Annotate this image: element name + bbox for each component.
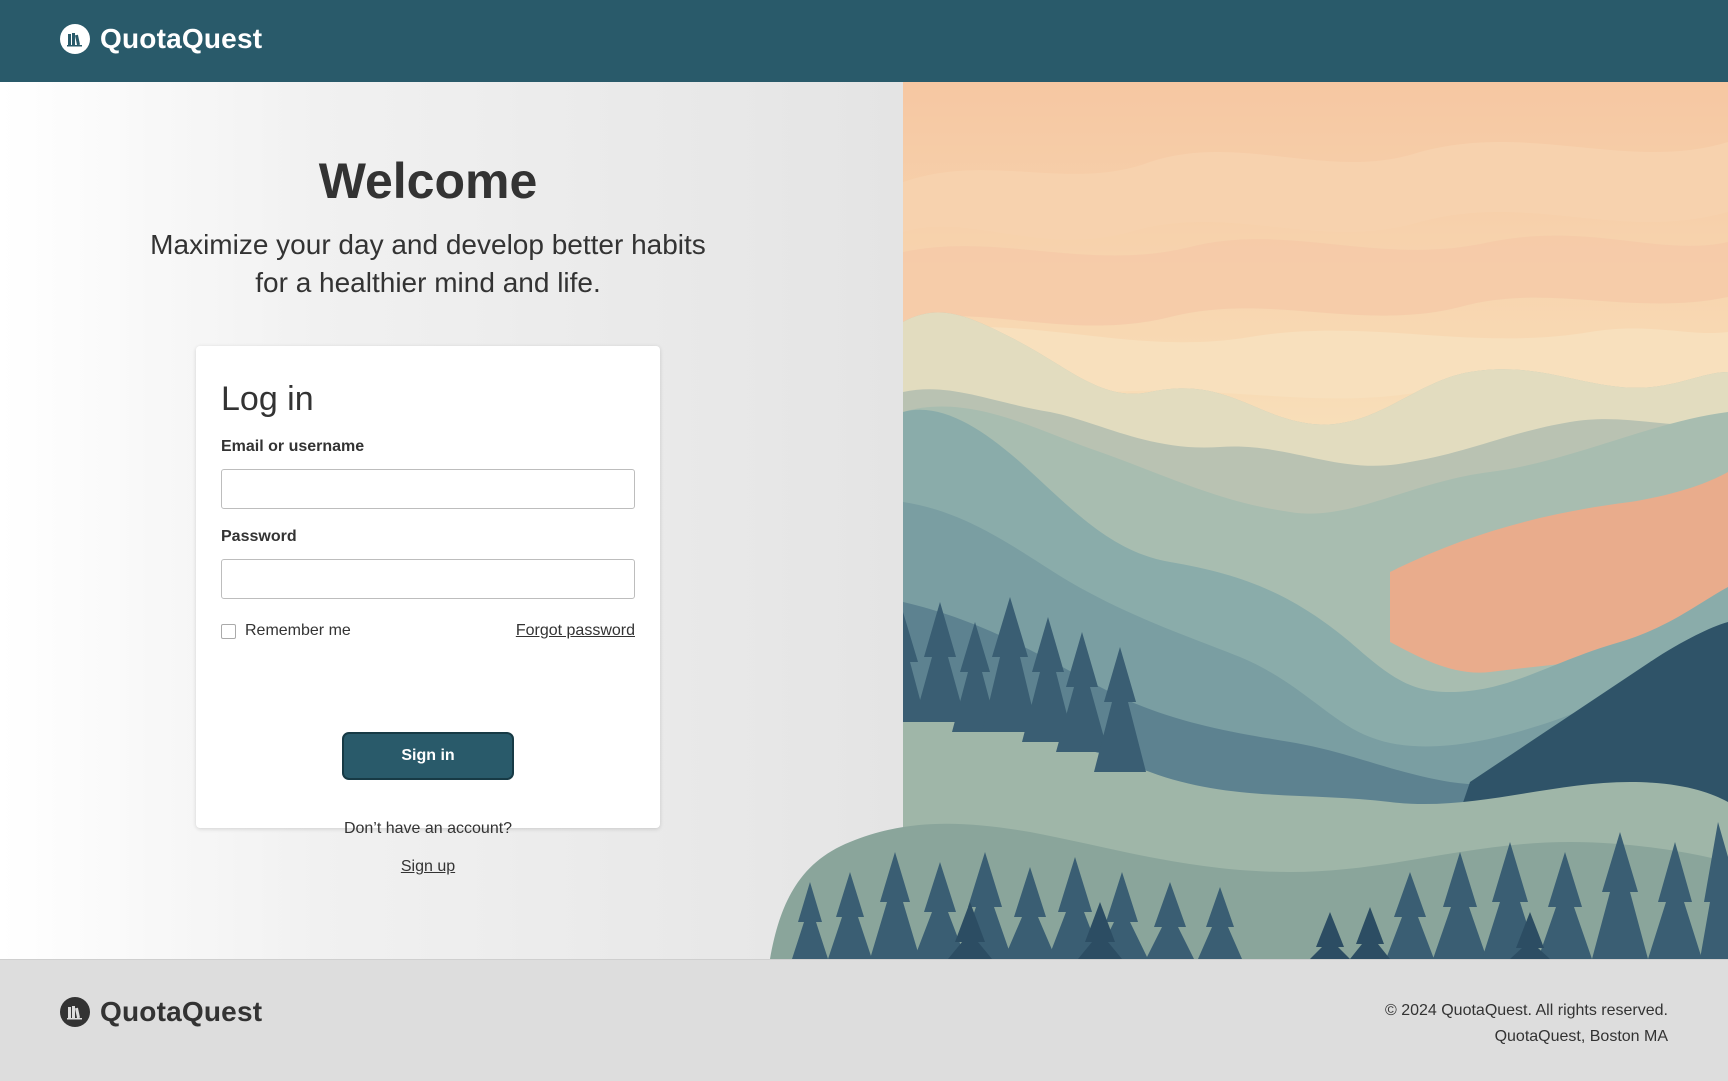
- header-brand-name: QuotaQuest: [100, 23, 263, 54]
- email-label: Email or username: [221, 438, 365, 455]
- no-account-text: Don’t have an account?: [343, 820, 513, 837]
- footer-brand-link[interactable]: QuotaQuest: [60, 996, 262, 1028]
- header-brand-link[interactable]: QuotaQuest: [60, 23, 262, 55]
- sign-up-link[interactable]: Sign up: [196, 858, 660, 876]
- footer: QuotaQuest © 2024 QuotaQuest. All rights…: [0, 959, 1728, 1081]
- sign-in-button[interactable]: Sign in: [342, 732, 514, 780]
- password-field[interactable]: [221, 559, 635, 599]
- tagline-line-1: Maximize your day and develop better hab…: [150, 229, 706, 260]
- tagline-line-2: for a healthier mind and life.: [255, 267, 601, 298]
- login-title: Log in: [221, 380, 314, 418]
- location-text: QuotaQuest, Boston MA: [1494, 1028, 1668, 1045]
- sign-up-label: Sign up: [400, 858, 456, 875]
- hero-tagline: Maximize your day and develop better hab…: [118, 226, 738, 302]
- hero-panel: Welcome Maximize your day and develop be…: [0, 82, 904, 959]
- password-label: Password: [221, 528, 297, 545]
- remember-me-label: Remember me: [245, 622, 351, 639]
- remember-me-control[interactable]: Remember me: [221, 622, 351, 640]
- mountain-landscape-illustration: [770, 82, 1728, 959]
- books-icon: [60, 24, 90, 54]
- welcome-heading: Welcome: [318, 153, 538, 209]
- footer-brand-name: QuotaQuest: [100, 996, 263, 1027]
- email-field[interactable]: [221, 469, 635, 509]
- login-card: Log in Email or username Password Rememb…: [196, 346, 660, 875]
- top-header: QuotaQuest: [0, 0, 1728, 82]
- forgot-password-link[interactable]: Forgot password: [516, 622, 635, 640]
- remember-me-checkbox[interactable]: [221, 623, 236, 639]
- footer-info: © 2024 QuotaQuest. All rights reserved. …: [1385, 998, 1668, 1050]
- copyright-text: © 2024 QuotaQuest. All rights reserved.: [1384, 1002, 1668, 1019]
- books-icon: [60, 997, 90, 1027]
